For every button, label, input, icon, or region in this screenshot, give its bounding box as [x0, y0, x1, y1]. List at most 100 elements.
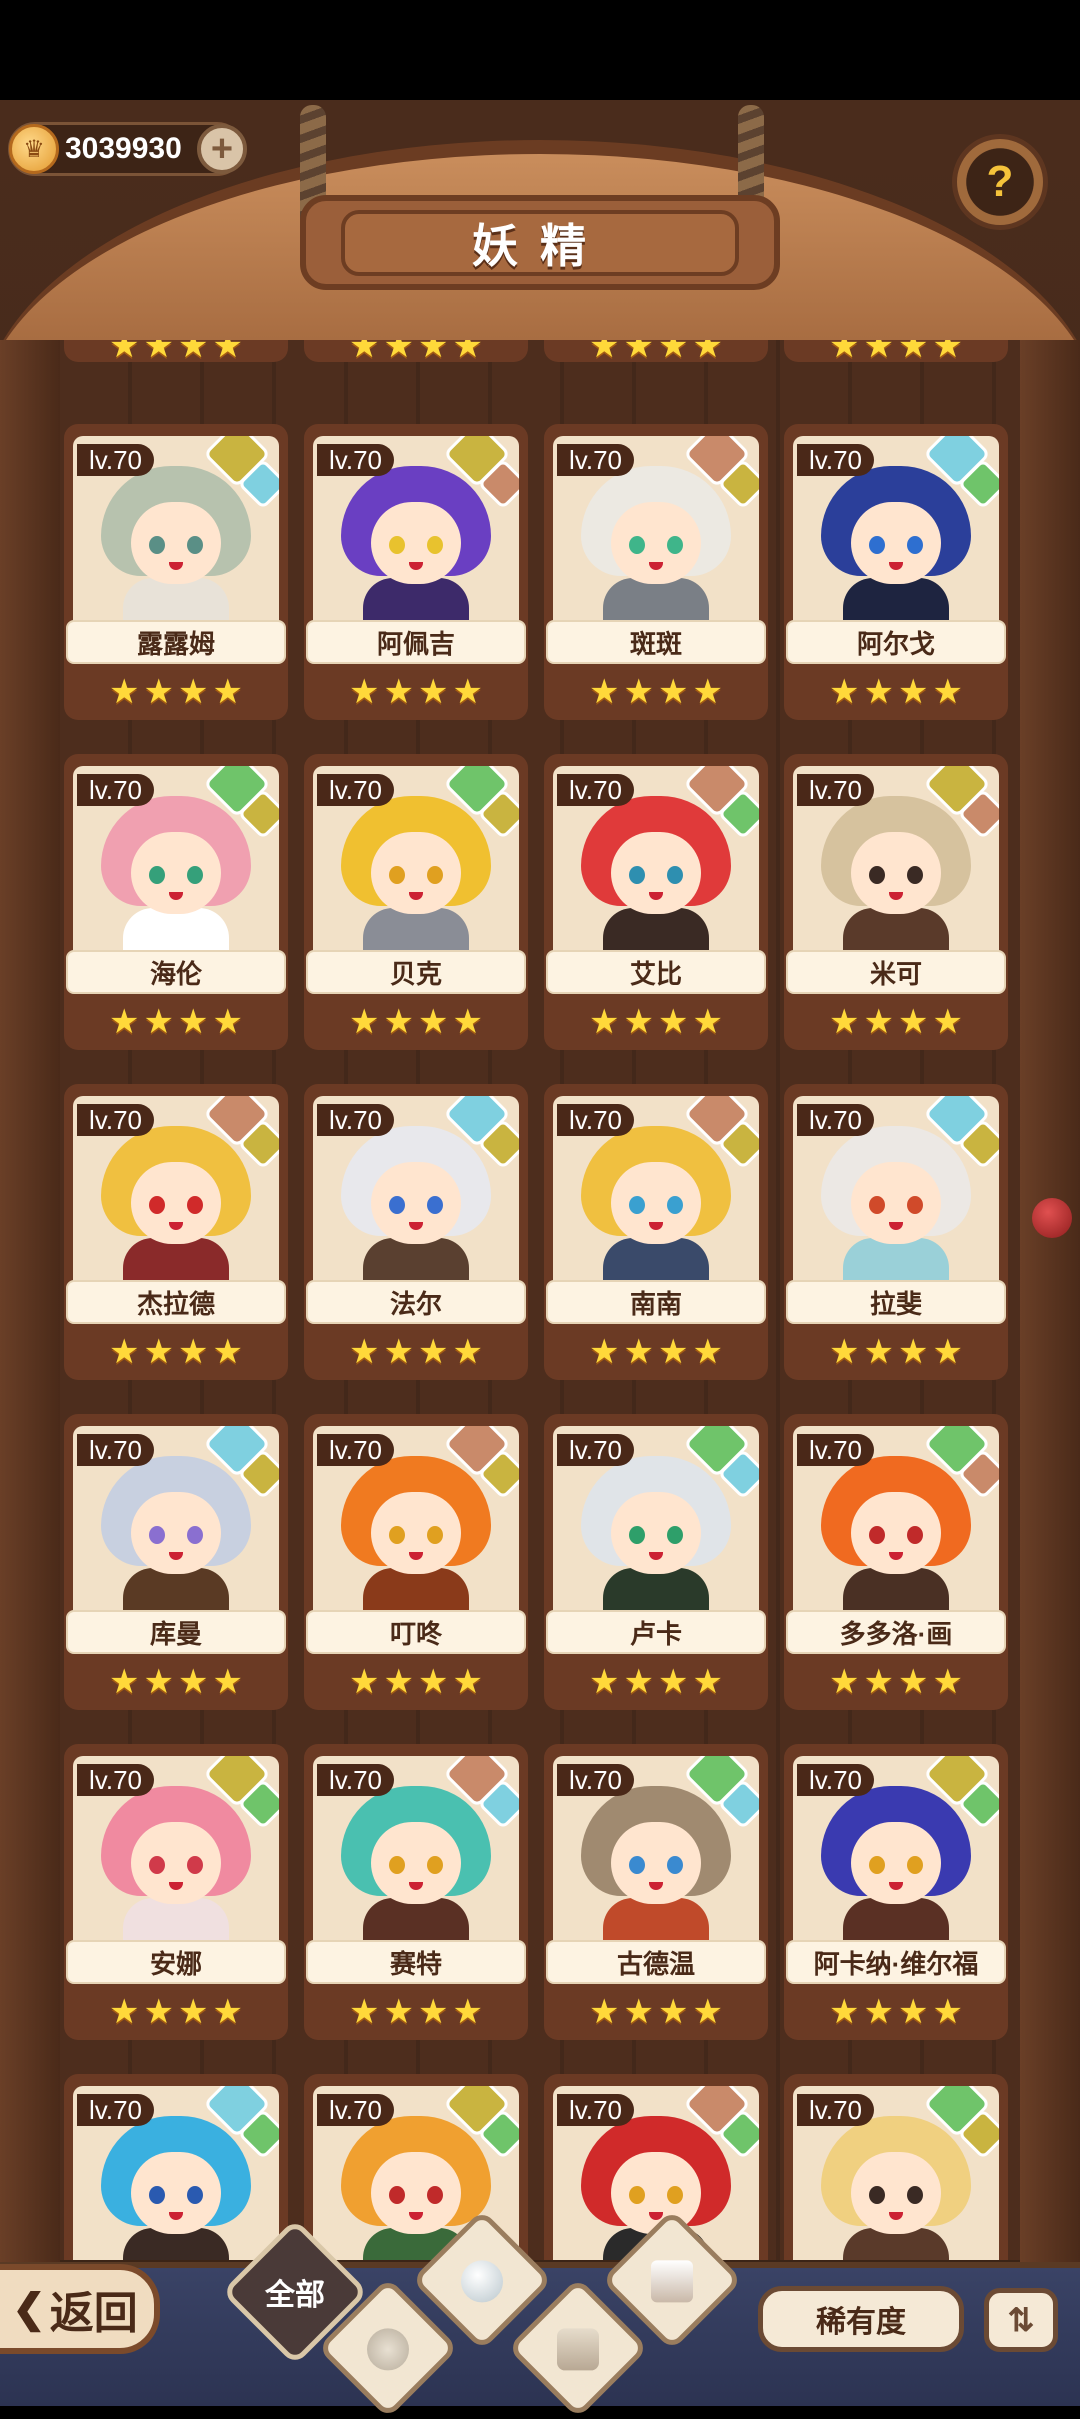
- water-drop-icon: [461, 2260, 503, 2303]
- fairy-card[interactable]: lv.70 叮咚 ★ ★ ★ ★: [304, 1414, 528, 1710]
- star-icon: ★: [452, 1003, 483, 1041]
- eye: [907, 2186, 923, 2204]
- mouth: [889, 562, 903, 570]
- face-shape: [611, 832, 701, 914]
- star-icon: ★: [452, 340, 483, 365]
- filter-all-label: 全部: [265, 2279, 325, 2312]
- level-badge: lv.70: [797, 1434, 874, 1466]
- star-icon: ★: [658, 1003, 689, 1041]
- level-badge: lv.70: [77, 774, 154, 806]
- fairy-avatar: [581, 1456, 731, 1618]
- fairy-card[interactable]: lv.70 米可 ★ ★ ★ ★: [784, 754, 1008, 1050]
- eye: [667, 866, 683, 884]
- face-shape: [371, 832, 461, 914]
- eye: [629, 2186, 645, 2204]
- fairy-avatar: [341, 1456, 491, 1618]
- star-icon: ★: [212, 1663, 243, 1701]
- left-wall: [0, 340, 60, 2270]
- back-button[interactable]: ❮ 返回: [0, 2264, 160, 2354]
- star-icon: ★: [109, 340, 140, 365]
- face-shape: [131, 1492, 221, 1574]
- eye: [427, 1196, 443, 1214]
- eye: [149, 2186, 165, 2204]
- star-rating: ★ ★ ★ ★: [556, 1662, 756, 1702]
- fairy-card[interactable]: lv.70 阿卡纳·维尔福 ★ ★ ★ ★: [784, 1744, 1008, 2040]
- fairy-card[interactable]: lv.70: [64, 2074, 288, 2260]
- star-icon: ★: [178, 1993, 209, 2031]
- scroll-bead[interactable]: [1032, 1198, 1072, 1238]
- coin-counter: ♛ 3039930 +: [8, 122, 247, 176]
- fairy-card[interactable]: lv.70 拉斐 ★ ★ ★ ★: [784, 1084, 1008, 1380]
- mouth: [649, 1882, 663, 1890]
- star-icon: ★: [692, 1993, 723, 2031]
- star-icon: ★: [383, 673, 414, 711]
- eye: [667, 1856, 683, 1874]
- star-rating: ★ ★ ★ ★: [316, 1002, 516, 1042]
- star-icon: ★: [143, 1663, 174, 1701]
- star-icon: ★: [623, 1333, 654, 1371]
- star-icon: ★: [109, 1993, 140, 2031]
- star-rating: ★ ★ ★ ★: [316, 1332, 516, 1372]
- fairy-card[interactable]: lv.70 南南 ★ ★ ★ ★: [544, 1084, 768, 1380]
- face-shape: [371, 1822, 461, 1904]
- eye: [187, 2186, 203, 2204]
- fairy-card[interactable]: lv.70 杰拉德 ★ ★ ★ ★: [64, 1084, 288, 1380]
- face-shape: [851, 2152, 941, 2234]
- fairy-card[interactable]: lv.70 露露姆 ★ ★ ★ ★: [64, 424, 288, 720]
- fairy-card[interactable]: lv.70 法尔 ★ ★ ★ ★: [304, 1084, 528, 1380]
- star-icon: ★: [589, 1333, 620, 1371]
- add-coins-button[interactable]: +: [197, 124, 247, 174]
- level-badge: lv.70: [77, 1104, 154, 1136]
- fairy-card[interactable]: lv.70 贝克 ★ ★ ★ ★: [304, 754, 528, 1050]
- level-badge: lv.70: [557, 1104, 634, 1136]
- fairy-card[interactable]: lv.70 库曼 ★ ★ ★ ★: [64, 1414, 288, 1710]
- previous-row-stars: ★ ★ ★ ★: [64, 340, 288, 365]
- fairy-card[interactable]: lv.70 卢卡 ★ ★ ★ ★: [544, 1414, 768, 1710]
- star-icon: ★: [623, 1993, 654, 2031]
- face-shape: [611, 1162, 701, 1244]
- star-icon: ★: [932, 340, 963, 365]
- eye: [869, 536, 885, 554]
- star-icon: ★: [863, 673, 894, 711]
- star-icon: ★: [109, 1333, 140, 1371]
- eye: [149, 1856, 165, 1874]
- level-badge: lv.70: [797, 1764, 874, 1796]
- fairy-card[interactable]: lv.70 赛特 ★ ★ ★ ★: [304, 1744, 528, 2040]
- level-badge: lv.70: [77, 444, 154, 476]
- fairy-card[interactable]: lv.70 阿尔戈 ★ ★ ★ ★: [784, 424, 1008, 720]
- star-icon: ★: [829, 1663, 860, 1701]
- face-shape: [851, 832, 941, 914]
- star-icon: ★: [932, 1993, 963, 2031]
- sort-rarity-button[interactable]: 稀有度: [758, 2286, 964, 2352]
- fairy-portrait-frame: lv.70: [73, 2086, 279, 2260]
- star-icon: ★: [589, 1993, 620, 2031]
- eye: [869, 1196, 885, 1214]
- help-button[interactable]: ?: [952, 134, 1048, 230]
- fairy-list-panel[interactable]: ★ ★ ★ ★ ★ ★ ★ ★ ★ ★ ★ ★ ★ ★ ★ ★ lv.70 露露姆 ★ ★ ★ ★ lv.70 阿佩吉 ★ ★ ★ ★…: [60, 340, 1020, 2260]
- face-shape: [371, 1162, 461, 1244]
- fairy-card[interactable]: lv.70: [784, 2074, 1008, 2260]
- mouth: [649, 1552, 663, 1560]
- sort-order-button[interactable]: ⇅: [984, 2288, 1058, 2352]
- fairy-card[interactable]: lv.70 斑斑 ★ ★ ★ ★: [544, 424, 768, 720]
- star-icon: ★: [829, 673, 860, 711]
- star-icon: ★: [212, 673, 243, 711]
- star-rating: ★ ★ ★ ★: [556, 1332, 756, 1372]
- face-shape: [611, 1822, 701, 1904]
- mouth: [889, 1882, 903, 1890]
- fairy-card[interactable]: lv.70 古德温 ★ ★ ★ ★: [544, 1744, 768, 2040]
- level-badge: lv.70: [557, 774, 634, 806]
- star-icon: ★: [452, 1993, 483, 2031]
- face-shape: [611, 1492, 701, 1574]
- fairy-card[interactable]: lv.70 艾比 ★ ★ ★ ★: [544, 754, 768, 1050]
- eye: [389, 2186, 405, 2204]
- fairy-card[interactable]: lv.70 安娜 ★ ★ ★ ★: [64, 1744, 288, 2040]
- eye: [149, 866, 165, 884]
- fairy-card[interactable]: lv.70 阿佩吉 ★ ★ ★ ★: [304, 424, 528, 720]
- fairy-card[interactable]: lv.70 多多洛·画 ★ ★ ★ ★: [784, 1414, 1008, 1710]
- star-icon: ★: [623, 1663, 654, 1701]
- level-badge: lv.70: [77, 1764, 154, 1796]
- chevron-left-icon: ❮: [12, 2287, 46, 2331]
- fairy-portrait-frame: lv.70: [793, 2086, 999, 2260]
- fairy-card[interactable]: lv.70 海伦 ★ ★ ★ ★: [64, 754, 288, 1050]
